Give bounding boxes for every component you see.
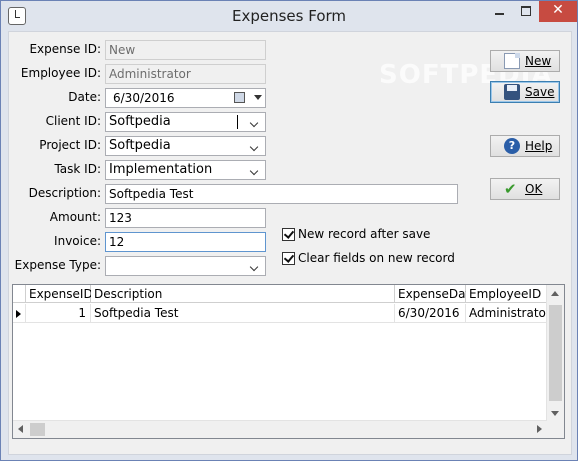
save-button[interactable]: Save — [490, 81, 560, 103]
task-id-select[interactable]: Implementation — [105, 160, 266, 180]
task-id-value: Implementation — [109, 162, 213, 177]
expenses-window: Expenses Form ✕ SOFTPEDIA Expense ID: Ne… — [0, 0, 578, 461]
text-cursor — [237, 115, 238, 129]
amount-label: Amount: — [49, 210, 101, 224]
help-button[interactable]: ? Help — [490, 135, 560, 157]
scroll-up-icon[interactable] — [551, 291, 559, 296]
chevron-down-icon[interactable] — [247, 137, 265, 155]
invoice-field[interactable]: 12 — [105, 232, 266, 252]
horizontal-scroll-thumb[interactable] — [30, 423, 45, 436]
help-icon: ? — [504, 138, 520, 154]
column-header-employeeid[interactable]: EmployeeID — [466, 285, 548, 303]
new-record-after-save-checkbox[interactable] — [282, 228, 295, 241]
expenses-grid[interactable]: ExpenseID Description ExpenseDate Employ… — [12, 284, 565, 439]
client-id-select[interactable]: Softpedia — [105, 112, 266, 132]
close-button[interactable]: ✕ — [539, 1, 577, 22]
clear-fields-checkbox[interactable] — [282, 252, 295, 265]
clear-fields-label: Clear fields on new record — [298, 251, 455, 265]
current-row-arrow-icon — [16, 310, 21, 318]
column-header-description[interactable]: Description — [91, 285, 395, 303]
project-id-value: Softpedia — [109, 138, 171, 153]
save-button-label: Save — [525, 85, 555, 99]
checkmark-icon: ✔ — [504, 180, 517, 198]
amount-field[interactable]: 123 — [105, 208, 266, 228]
description-field[interactable]: Softpedia Test — [105, 184, 458, 204]
column-header-expensedate[interactable]: ExpenseDate — [395, 285, 478, 303]
expense-type-label: Expense Type: — [14, 258, 101, 272]
scroll-down-icon[interactable] — [551, 411, 559, 416]
client-id-value: Softpedia — [109, 114, 171, 129]
scroll-left-icon[interactable] — [18, 425, 23, 433]
maximize-button[interactable] — [513, 1, 539, 22]
chevron-down-icon[interactable] — [247, 257, 265, 275]
date-label: Date: — [68, 90, 101, 104]
help-button-label: Help — [525, 139, 553, 153]
client-id-label: Client ID: — [45, 114, 101, 128]
new-button[interactable]: New — [490, 50, 560, 72]
vertical-scroll-thumb[interactable] — [549, 305, 562, 401]
new-record-after-save-label: New record after save — [298, 227, 431, 241]
title-bar: Expenses Form ✕ — [1, 1, 577, 31]
row-header-corner — [13, 285, 26, 303]
scrollbar-corner — [547, 421, 564, 438]
cell-employeeid[interactable]: Administrator — [466, 304, 548, 323]
chevron-down-icon[interactable] — [247, 113, 265, 131]
form-body: SOFTPEDIA Expense ID: New Employee ID: A… — [8, 31, 572, 455]
description-label: Description: — [28, 186, 101, 200]
project-id-select[interactable]: Softpedia — [105, 136, 266, 156]
new-document-icon — [504, 53, 520, 69]
date-value: 6/30/2016 — [113, 91, 175, 105]
minimize-button[interactable] — [486, 1, 513, 22]
expense-id-label: Expense ID: — [29, 42, 101, 56]
chevron-down-icon[interactable] — [247, 161, 265, 179]
horizontal-scrollbar[interactable] — [13, 420, 547, 438]
calendar-icon[interactable] — [234, 92, 245, 103]
cell-expensedate[interactable]: 6/30/2016 — [395, 304, 466, 323]
ok-button-label: OK — [525, 182, 543, 196]
close-icon: ✕ — [552, 2, 564, 18]
employee-id-label: Employee ID: — [20, 66, 101, 80]
invoice-label: Invoice: — [54, 234, 101, 248]
scroll-right-icon[interactable] — [537, 425, 542, 433]
cell-description[interactable]: Softpedia Test — [91, 304, 395, 323]
chevron-down-icon[interactable] — [254, 95, 262, 100]
employee-id-field: Administrator — [105, 64, 266, 84]
expense-id-field: New — [105, 40, 266, 60]
expense-type-select[interactable] — [105, 256, 266, 276]
task-id-label: Task ID: — [54, 162, 101, 176]
ok-button[interactable]: ✔ OK — [490, 178, 560, 200]
save-disk-icon — [504, 84, 520, 100]
date-picker[interactable]: 6/30/2016 — [105, 88, 266, 108]
vertical-scrollbar[interactable] — [546, 285, 564, 422]
cell-expenseid[interactable]: 1 — [26, 304, 91, 323]
project-id-label: Project ID: — [39, 138, 101, 152]
new-button-label: New — [525, 54, 552, 68]
column-header-expenseid[interactable]: ExpenseID — [26, 285, 93, 303]
